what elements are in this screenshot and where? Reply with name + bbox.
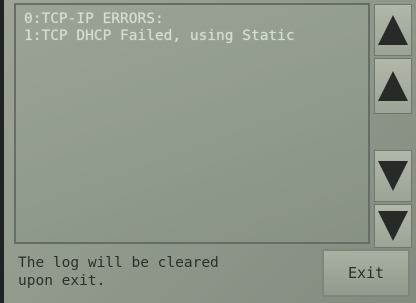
log-clear-notice: The log will be cleared upon exit. xyxy=(18,254,318,290)
arrow-down-icon xyxy=(378,161,408,191)
arrow-up-icon xyxy=(378,15,408,45)
log-line: 1:TCP DHCP Failed, using Static xyxy=(24,28,295,44)
scroll-line-up-button[interactable] xyxy=(374,58,412,114)
log-line: 0:TCP-IP ERRORS: xyxy=(24,11,164,27)
scroll-page-down-button[interactable] xyxy=(374,204,412,248)
arrow-up-icon xyxy=(378,71,408,101)
scroll-line-down-button[interactable] xyxy=(374,150,412,202)
arrow-down-icon xyxy=(378,211,408,241)
exit-button[interactable]: Exit xyxy=(322,249,410,297)
scroll-page-up-button[interactable] xyxy=(374,4,412,56)
device-screen: 0:TCP-IP ERRORS: 1:TCP DHCP Failed, usin… xyxy=(4,0,416,303)
notice-line-1: The log will be cleared xyxy=(18,255,219,271)
error-log-panel[interactable]: 0:TCP-IP ERRORS: 1:TCP DHCP Failed, usin… xyxy=(14,3,370,244)
notice-line-2: upon exit. xyxy=(18,273,106,289)
